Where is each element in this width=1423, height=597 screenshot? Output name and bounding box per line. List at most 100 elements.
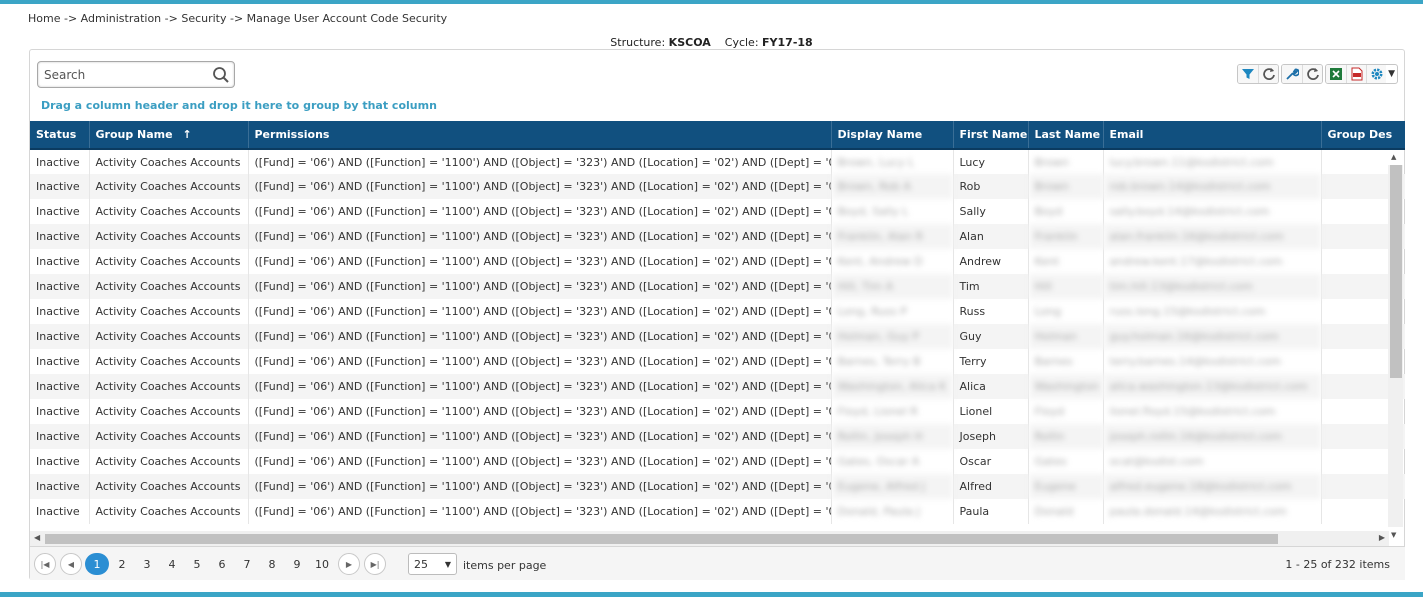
- page-number-button[interactable]: 10: [310, 553, 334, 575]
- sort-ascending-icon: ↑: [182, 128, 192, 141]
- permissions-cell: ([Fund] = '06') AND ([Function] = '1100'…: [248, 174, 832, 199]
- table-row[interactable]: Inactive Activity Coaches Accounts ([Fund]…: [30, 399, 1405, 424]
- previous-page-button[interactable]: ◀: [60, 553, 82, 575]
- table-row[interactable]: Inactive Activity Coaches Accounts ([Fund]…: [30, 299, 1405, 324]
- first-page-button[interactable]: |◀: [34, 553, 56, 575]
- scroll-down-icon[interactable]: ▼: [1391, 531, 1396, 539]
- table-row[interactable]: Inactive Activity Coaches Accounts ([Fund]…: [30, 199, 1405, 224]
- permissions-cell: ([Fund] = '06') AND ([Function] = '1100'…: [248, 474, 832, 499]
- status-cell: Inactive: [30, 224, 90, 249]
- page-number-button[interactable]: 3: [135, 553, 159, 575]
- table-row[interactable]: Inactive Activity Coaches Accounts ([Fund]…: [30, 324, 1405, 349]
- export-pdf-button[interactable]: [1346, 65, 1367, 83]
- scroll-up-icon[interactable]: ▲: [1391, 153, 1396, 161]
- search-icon[interactable]: [212, 66, 230, 84]
- reset-filter-button[interactable]: [1258, 65, 1279, 83]
- group-name-cell: Activity Coaches Accounts: [89, 249, 249, 274]
- table-row[interactable]: Inactive Activity Coaches Accounts ([Fund]…: [30, 249, 1405, 274]
- email-cell: terry.barnes.14@ksdistrict.com: [1103, 349, 1322, 374]
- pager: |◀ ◀ 1 2 3 4 5 6 7 8 9 10 ▶ ▶| 25 ▼ items per pag…: [30, 546, 1405, 580]
- grid-panel: ▼ Drag a column header and drop it here …: [29, 49, 1405, 580]
- page-number-button[interactable]: 9: [285, 553, 309, 575]
- scroll-right-icon[interactable]: ▶: [1379, 533, 1385, 542]
- column-header-email[interactable]: Email: [1103, 121, 1322, 150]
- first-name-cell: Sally: [953, 199, 1029, 224]
- column-header-group-description[interactable]: Group Des: [1321, 121, 1405, 150]
- last-name-cell: Washington: [1028, 374, 1104, 399]
- table-row[interactable]: Inactive Activity Coaches Accounts ([Fund]…: [30, 349, 1405, 374]
- display-name-cell: Brown, Lucy L: [831, 149, 954, 174]
- column-header-permissions[interactable]: Permissions: [248, 121, 832, 150]
- first-name-cell: Alica: [953, 374, 1029, 399]
- page-number-button[interactable]: 1: [85, 553, 109, 575]
- status-cell: Inactive: [30, 324, 90, 349]
- first-name-cell: Rob: [953, 174, 1029, 199]
- horizontal-scroll-thumb[interactable]: [45, 534, 1278, 544]
- table-row[interactable]: Inactive Activity Coaches Accounts ([Fund]…: [30, 499, 1405, 524]
- table-row[interactable]: Inactive Activity Coaches Accounts ([Fund]…: [30, 174, 1405, 199]
- table-row[interactable]: Inactive Activity Coaches Accounts ([Fund]…: [30, 274, 1405, 299]
- email-cell: guy.holman.16@ksdistrict.com: [1103, 324, 1322, 349]
- table-row[interactable]: Inactive Activity Coaches Accounts ([Fund]…: [30, 474, 1405, 499]
- header-row: Status Group Name ↑ Permissions Display …: [30, 121, 1405, 150]
- permissions-cell: ([Fund] = '06') AND ([Function] = '1100'…: [248, 349, 832, 374]
- page-size-value: 25: [414, 557, 428, 571]
- page-number-button[interactable]: 7: [235, 553, 259, 575]
- display-name-cell: Brown, Rob A: [831, 174, 954, 199]
- display-name-cell: Franklin, Alan R: [831, 224, 954, 249]
- settings-button[interactable]: [1366, 65, 1387, 83]
- page-size-select[interactable]: 25 ▼: [408, 553, 457, 575]
- page-number-button[interactable]: 4: [160, 553, 184, 575]
- vertical-scroll-thumb[interactable]: [1390, 165, 1402, 378]
- group-drop-area[interactable]: Drag a column header and drop it here to…: [41, 99, 437, 112]
- group-name-cell: Activity Coaches Accounts: [89, 274, 249, 299]
- export-excel-button[interactable]: [1326, 65, 1347, 83]
- table-row[interactable]: Inactive Activity Coaches Accounts ([Fund]…: [30, 374, 1405, 399]
- group-name-cell: Activity Coaches Accounts: [89, 499, 249, 524]
- last-name-cell: Rollin: [1028, 424, 1104, 449]
- group-name-cell: Activity Coaches Accounts: [89, 474, 249, 499]
- next-page-button[interactable]: ▶: [338, 553, 360, 575]
- grid-toolbar: ▼: [1237, 64, 1398, 84]
- table-row[interactable]: Inactive Activity Coaches Accounts ([Fund]…: [30, 224, 1405, 249]
- reset-columns-button[interactable]: [1302, 65, 1323, 83]
- email-cell: sally.boyd.14@ksdistrict.com: [1103, 199, 1322, 224]
- permissions-cell: ([Fund] = '06') AND ([Function] = '1100'…: [248, 499, 832, 524]
- first-name-cell: Alan: [953, 224, 1029, 249]
- group-name-cell: Activity Coaches Accounts: [89, 449, 249, 474]
- horizontal-scrollbar[interactable]: ◀ ▶: [30, 531, 1389, 546]
- page-number-button[interactable]: 8: [260, 553, 284, 575]
- last-name-cell: Long: [1028, 299, 1104, 324]
- email-cell: andrew.kent.17@ksdistrict.com: [1103, 249, 1322, 274]
- filter-button[interactable]: [1238, 65, 1259, 83]
- status-cell: Inactive: [30, 499, 90, 524]
- search-box: [37, 61, 235, 88]
- group-name-cell: Activity Coaches Accounts: [89, 399, 249, 424]
- status-cell: Inactive: [30, 249, 90, 274]
- column-settings-button[interactable]: [1282, 65, 1303, 83]
- column-header-display-name[interactable]: Display Name: [831, 121, 954, 150]
- search-input[interactable]: [38, 62, 208, 87]
- last-page-button[interactable]: ▶|: [364, 553, 386, 575]
- page-number-button[interactable]: 6: [210, 553, 234, 575]
- display-name-cell: Holman, Guy P: [831, 324, 954, 349]
- page-number-button[interactable]: 2: [110, 553, 134, 575]
- last-name-cell: Eugene: [1028, 474, 1104, 499]
- table-row[interactable]: Inactive Activity Coaches Accounts ([Fund]…: [30, 149, 1405, 174]
- vertical-scrollbar[interactable]: ▲ ▼: [1388, 153, 1403, 539]
- first-name-cell: Paula: [953, 499, 1029, 524]
- chevron-down-icon[interactable]: ▼: [1386, 65, 1397, 83]
- page-number-button[interactable]: 5: [185, 553, 209, 575]
- column-header-status[interactable]: Status: [30, 121, 90, 150]
- table-row[interactable]: Inactive Activity Coaches Accounts ([Fund]…: [30, 424, 1405, 449]
- column-header-group-name[interactable]: Group Name ↑: [89, 121, 249, 150]
- column-header-first-name[interactable]: First Name: [953, 121, 1029, 150]
- table-row[interactable]: Inactive Activity Coaches Accounts ([Fund]…: [30, 449, 1405, 474]
- status-cell: Inactive: [30, 474, 90, 499]
- pdf-icon: [1351, 67, 1363, 81]
- scroll-left-icon[interactable]: ◀: [34, 533, 40, 542]
- permissions-cell: ([Fund] = '06') AND ([Function] = '1100'…: [248, 249, 832, 274]
- group-name-cell: Activity Coaches Accounts: [89, 374, 249, 399]
- permissions-cell: ([Fund] = '06') AND ([Function] = '1100'…: [248, 449, 832, 474]
- column-header-last-name[interactable]: Last Name: [1028, 121, 1104, 150]
